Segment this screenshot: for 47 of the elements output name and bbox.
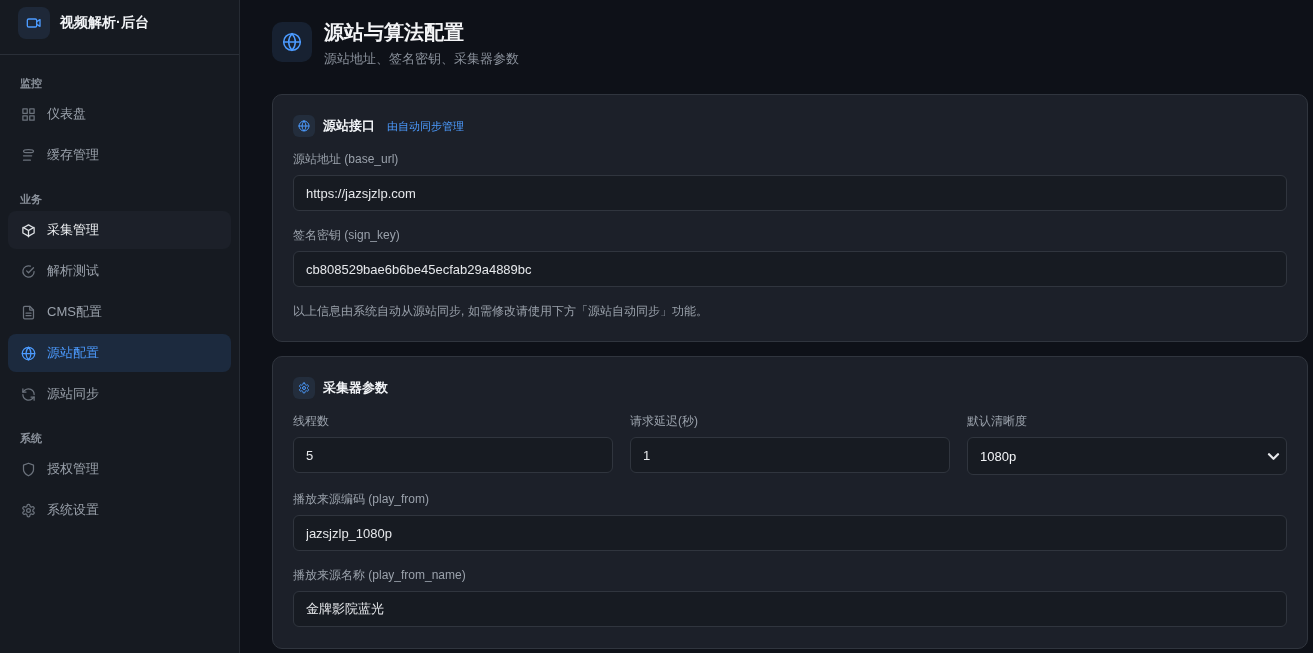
nav-item[interactable]: 仪表盘 [8, 95, 231, 133]
document-icon [21, 304, 36, 320]
stack-icon [21, 147, 36, 163]
input-field[interactable]: 1 [630, 437, 950, 473]
page-subtitle: 源站地址、签名密钥、采集器参数 [324, 50, 519, 68]
globe-icon [293, 115, 315, 137]
video-camera-icon [18, 7, 50, 39]
nav-item[interactable]: 授权管理 [8, 450, 231, 488]
field-label: 默认清晰度 [967, 413, 1027, 430]
grid-icon [21, 106, 36, 122]
nav-item[interactable]: 源站同步 [8, 375, 231, 413]
chevron-down-icon [1269, 453, 1278, 459]
cube-icon [21, 222, 36, 238]
field-label: 签名密钥 (sign_key) [293, 227, 400, 244]
card-title: 源站接口 [323, 117, 375, 135]
input-field[interactable]: 5 [293, 437, 613, 473]
input-field[interactable]: cb808529bae6b6be45ecfab29a4889bc [293, 251, 1287, 287]
select-field[interactable]: 1080p [967, 437, 1287, 475]
page-title: 源站与算法配置 [324, 20, 465, 45]
shield-icon [21, 461, 36, 477]
field-label: 请求延迟(秒) [630, 413, 698, 430]
globe-icon [272, 22, 312, 62]
info-note: 以上信息由系统自动从源站同步, 如需修改请使用下方「源站自动同步」功能。 [293, 303, 709, 320]
globe-icon [21, 345, 36, 361]
input-field[interactable]: 金牌影院蓝光 [293, 591, 1287, 627]
field-label: 播放来源编码 (play_from) [293, 491, 429, 508]
nav-item[interactable]: 解析测试 [8, 252, 231, 290]
settings-icon [293, 377, 315, 399]
input-field[interactable]: https://jazsjzlp.com [293, 175, 1287, 211]
section-label: 系统 [20, 431, 43, 445]
brand-title: 视频解析·后台 [60, 14, 149, 32]
section-label: 业务 [20, 192, 43, 206]
nav-item[interactable]: 缓存管理 [8, 136, 231, 174]
check-circle-icon [21, 263, 36, 279]
field-label: 源站地址 (base_url) [293, 151, 399, 168]
section-label: 监控 [20, 76, 43, 90]
refresh-icon [21, 386, 36, 402]
sync-status-text: 由自动同步管理 [387, 118, 464, 134]
settings-icon [21, 502, 36, 518]
nav-item[interactable]: 采集管理 [8, 211, 231, 249]
field-label: 线程数 [293, 413, 329, 430]
nav-item[interactable]: CMS配置 [8, 293, 231, 331]
field-label: 播放来源名称 (play_from_name) [293, 567, 466, 584]
nav-item[interactable]: 源站配置 [8, 334, 231, 372]
input-field[interactable]: jazsjzlp_1080p [293, 515, 1287, 551]
card-title: 采集器参数 [323, 379, 388, 397]
nav-item[interactable]: 系统设置 [8, 491, 231, 529]
